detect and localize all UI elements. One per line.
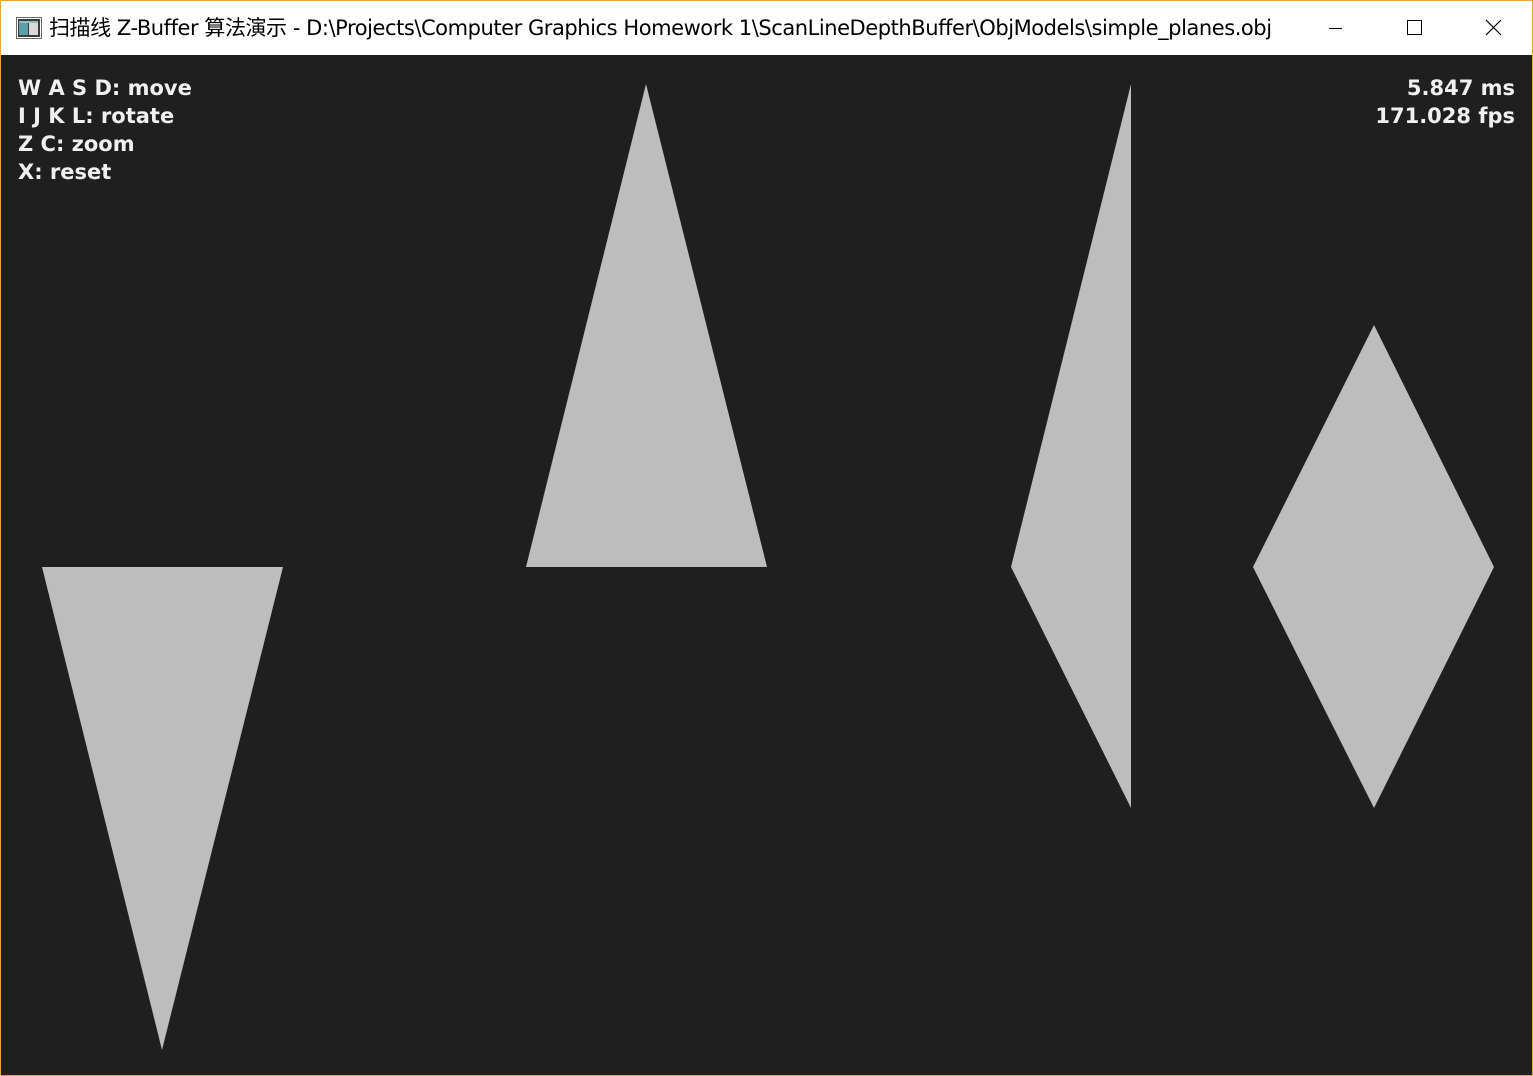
fps-readout: 171.028 fps	[1375, 104, 1515, 128]
close-icon	[1485, 19, 1502, 36]
close-button[interactable]	[1454, 1, 1532, 55]
triangle-pointing-up	[526, 84, 767, 567]
minimize-icon	[1329, 28, 1342, 29]
minimize-button[interactable]	[1297, 1, 1375, 55]
app-window-icon	[16, 17, 42, 39]
title-bar[interactable]: 扫描线 Z-Buffer 算法演示 - D:\Projects\Computer…	[1, 1, 1532, 55]
diamond-shape	[1253, 325, 1494, 808]
frame-time-readout: 5.847 ms	[1406, 76, 1515, 100]
triangle-pointing-down	[42, 567, 283, 1050]
app-window: 扫描线 Z-Buffer 算法演示 - D:\Projects\Computer…	[0, 0, 1533, 1076]
render-viewport[interactable]: W A S D: move I J K L: rotate Z C: zoom …	[1, 55, 1532, 1075]
half-diamond-shape	[1011, 84, 1131, 808]
help-line-move: W A S D: move	[18, 76, 192, 100]
maximize-button[interactable]	[1375, 1, 1453, 55]
help-line-zoom: Z C: zoom	[18, 132, 135, 156]
scene-canvas	[42, 84, 1494, 1050]
window-title: 扫描线 Z-Buffer 算法演示 - D:\Projects\Computer…	[49, 16, 1272, 40]
maximize-icon	[1407, 20, 1422, 35]
help-line-rotate: I J K L: rotate	[18, 104, 175, 128]
help-line-reset: X: reset	[18, 160, 112, 184]
